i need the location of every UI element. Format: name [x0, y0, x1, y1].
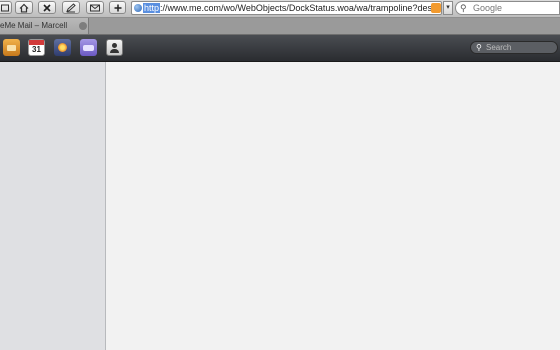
url-scheme: http: [143, 3, 161, 13]
url-history-dropdown[interactable]: ▾: [443, 1, 453, 15]
pencil-icon: [66, 3, 76, 12]
browser-toolbar: http://www.me.com/wo/WebObjects/DockStat…: [0, 0, 560, 18]
mail-button[interactable]: [86, 1, 104, 14]
home-button[interactable]: [15, 1, 33, 14]
search-icon: ⚲: [460, 3, 467, 13]
window-icon: [0, 4, 9, 11]
envelope-icon: [90, 4, 100, 11]
home-icon: [19, 3, 29, 12]
tab-label: eMe Mail – Marcell: [0, 21, 68, 30]
rss-icon[interactable]: [431, 3, 441, 13]
app-search-field[interactable]: ⚲ Search: [470, 41, 558, 54]
url-text[interactable]: http://www.me.com/wo/WebObjects/DockStat…: [143, 2, 435, 14]
stop-button[interactable]: [38, 1, 56, 14]
main-content: [106, 62, 560, 350]
calendar-app-icon[interactable]: 31: [28, 39, 45, 56]
address-bar[interactable]: http://www.me.com/wo/WebObjects/DockStat…: [131, 1, 442, 15]
tab-mobileme-mail[interactable]: eMe Mail – Marcell: [0, 18, 89, 34]
window-button[interactable]: [0, 1, 12, 14]
tab-bar: eMe Mail – Marcell: [0, 18, 560, 35]
tab-close-icon[interactable]: [79, 22, 87, 30]
add-bookmark-button[interactable]: [109, 1, 126, 14]
sidebar: [0, 62, 106, 350]
url-path: ://www.me.com/wo/WebObjects/DockStatus.w…: [160, 3, 435, 13]
edit-button[interactable]: [62, 1, 80, 14]
calendar-date: 31: [32, 45, 41, 54]
web-search-placeholder: Google: [473, 3, 503, 13]
plus-icon: [114, 4, 121, 11]
chevron-down-icon: ▾: [446, 4, 450, 11]
app-search-placeholder: Search: [486, 43, 512, 52]
contacts-app-icon[interactable]: [106, 39, 123, 56]
web-search-field[interactable]: ⚲ Google: [455, 1, 560, 15]
gallery-app-icon[interactable]: [54, 39, 71, 56]
app-switcher-bar: 31 ⚲ Search: [0, 35, 560, 62]
close-icon: [43, 3, 51, 12]
site-icon: [134, 4, 142, 12]
mail-app-icon[interactable]: [3, 39, 20, 56]
idisk-app-icon[interactable]: [80, 39, 97, 56]
search-icon: ⚲: [476, 43, 482, 52]
